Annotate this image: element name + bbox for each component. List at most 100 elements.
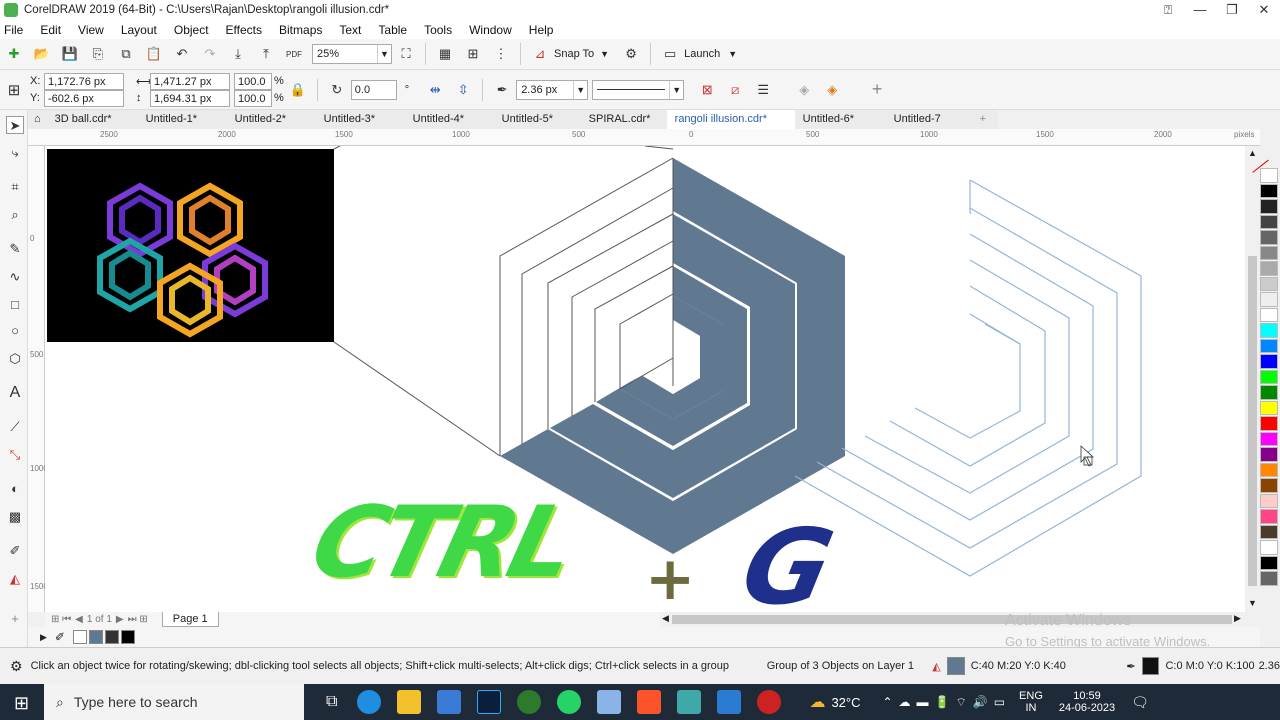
to-front-icon[interactable]: ◈ <box>795 81 813 99</box>
add-tool-icon[interactable]: + <box>6 610 24 628</box>
coreldraw-taskbar-icon[interactable] <box>517 690 542 714</box>
task-view-icon[interactable]: ⧉ <box>326 693 337 711</box>
open-folder-icon[interactable]: 📂 <box>33 45 51 63</box>
tab-untitled-7[interactable]: Untitled-7 <box>886 110 972 129</box>
palette-swatch[interactable] <box>1260 540 1278 555</box>
paste-icon[interactable]: 📋 <box>145 45 163 63</box>
palette-swatch[interactable] <box>1260 292 1278 307</box>
tab-untitled-1[interactable]: Untitled-1* <box>138 110 227 129</box>
wrap-text-icon[interactable]: ☰ <box>754 81 772 99</box>
full-screen-icon[interactable]: ⛶ <box>397 45 415 63</box>
x-position-field[interactable]: 1,172.76 px <box>44 72 124 90</box>
snap-to-dropdown[interactable]: Snap To <box>554 48 594 60</box>
photoshop-icon[interactable] <box>477 690 502 714</box>
palette-swatch[interactable] <box>1260 524 1278 539</box>
status-gear-icon[interactable]: ⚙ <box>10 658 23 675</box>
close-button[interactable]: ✕ <box>1248 2 1280 18</box>
file-explorer-icon[interactable] <box>397 690 422 714</box>
whatsapp-icon[interactable] <box>557 690 582 714</box>
menu-tools[interactable]: Tools <box>424 23 452 37</box>
last-page-icon[interactable]: ⏭ ⊞ <box>128 614 148 625</box>
vertical-ruler[interactable]: 0 500 1000 1500 <box>28 146 48 612</box>
pick-tool-icon[interactable]: ➤ <box>6 116 24 134</box>
brave-icon[interactable] <box>637 690 662 714</box>
freehand-tool-icon[interactable]: ✎ <box>6 240 24 258</box>
new-document-icon[interactable]: ✚ <box>5 45 23 63</box>
eyedropper-icon[interactable]: ✐ <box>55 630 65 644</box>
record-icon[interactable] <box>757 690 782 714</box>
add-tab-icon[interactable]: + <box>972 110 994 129</box>
cut-icon[interactable]: ⎘ <box>89 45 107 63</box>
selected-outline-group[interactable] <box>794 179 1142 577</box>
palette-swatch[interactable] <box>1260 261 1278 276</box>
palette-arrow-icon[interactable]: ▶ <box>40 632 47 643</box>
weather-temp[interactable]: 32°C <box>831 695 860 710</box>
text-tool-icon[interactable]: A <box>6 384 24 402</box>
transparency-tool-icon[interactable]: ▩ <box>6 508 24 526</box>
width-field[interactable]: 1,471.27 px <box>150 72 230 90</box>
zoom-level-dropdown[interactable]: 25% ▼ <box>312 44 392 64</box>
palette-swatch[interactable] <box>1260 323 1278 338</box>
scale-height-field[interactable]: 100.0 <box>234 89 272 107</box>
crop-tool-icon[interactable]: ⌗ <box>6 178 24 196</box>
palette-swatch[interactable] <box>1260 478 1278 493</box>
shape-tool-icon[interactable]: ⤷ <box>6 144 24 162</box>
no-fill-swatch[interactable] <box>72 630 87 644</box>
paint-icon[interactable] <box>597 690 622 714</box>
palette-swatch[interactable] <box>1260 354 1278 369</box>
rulers-icon[interactable]: ▦ <box>436 45 454 63</box>
palette-swatch[interactable] <box>1260 447 1278 462</box>
store-icon[interactable] <box>437 690 462 714</box>
drop-shadow-tool-icon[interactable]: ◐ <box>6 480 24 498</box>
object-origin-icon[interactable]: ⊞ <box>5 81 23 99</box>
vertical-scrollbar[interactable]: ▲ ▼ <box>1245 146 1260 612</box>
break-apart-icon[interactable]: ⊠ <box>698 81 716 99</box>
tab-rangoli-illusion[interactable]: rangoli illusion.cdr* <box>666 110 795 129</box>
tab-untitled-4[interactable]: Untitled-4* <box>405 110 494 129</box>
menu-help[interactable]: Help <box>529 23 554 37</box>
palette-swatch[interactable] <box>1260 307 1278 322</box>
lock-ratio-icon[interactable]: 🔒 <box>289 81 307 99</box>
palette-swatch[interactable] <box>1260 555 1278 570</box>
palette-swatch[interactable] <box>1260 183 1278 198</box>
tray-icons[interactable]: ⌃☁▬🔋⌔🔊▭ <box>882 695 1011 710</box>
tab-untitled-5[interactable]: Untitled-5* <box>494 110 581 129</box>
copy-icon[interactable]: ⧉ <box>117 45 135 63</box>
line-style-dropdown[interactable]: ▼ <box>592 79 685 100</box>
app-icon[interactable] <box>677 690 702 714</box>
palette-swatch[interactable] <box>1260 385 1278 400</box>
photos-icon[interactable] <box>717 690 742 714</box>
intersect-icon[interactable]: ⧄ <box>726 81 744 99</box>
add-property-icon[interactable]: + <box>868 79 886 99</box>
palette-swatch[interactable] <box>1260 276 1278 291</box>
grid-icon[interactable]: ⊞ <box>464 45 482 63</box>
guidelines-icon[interactable]: ⋮ <box>492 45 510 63</box>
palette-swatch[interactable] <box>1260 431 1278 446</box>
scale-width-field[interactable]: 100.0 <box>234 72 272 90</box>
page-1-tab[interactable]: Page 1 <box>161 612 219 627</box>
scroll-right-icon[interactable]: ▶ <box>1234 613 1241 624</box>
horizontal-scrollbar[interactable]: ◀ ▶ <box>660 612 1245 627</box>
reference-image[interactable] <box>47 149 334 342</box>
next-page-icon[interactable]: ▶ <box>116 614 124 625</box>
launch-icon[interactable]: ▭ <box>661 45 679 63</box>
interactive-fill-tool-icon[interactable]: ◭ <box>6 570 24 588</box>
rectangle-tool-icon[interactable]: □ <box>6 296 24 314</box>
menu-object[interactable]: Object <box>174 23 209 37</box>
export-icon[interactable]: ⤒ <box>257 45 275 63</box>
help-icon[interactable]: ⍰ <box>1152 2 1184 18</box>
doc-swatch-dark[interactable] <box>104 630 119 644</box>
export-pdf-icon[interactable]: PDF <box>285 45 303 63</box>
minimize-button[interactable]: — <box>1184 2 1216 18</box>
language-indicator[interactable]: ENG IN <box>1019 690 1043 714</box>
menu-view[interactable]: View <box>78 23 104 37</box>
menu-window[interactable]: Window <box>469 23 512 37</box>
palette-swatch[interactable] <box>1260 509 1278 524</box>
undo-icon[interactable]: ↶ <box>173 45 191 63</box>
palette-swatch[interactable] <box>1252 159 1278 183</box>
palette-swatch[interactable] <box>1260 571 1278 586</box>
outline-color-swatch[interactable] <box>1141 657 1160 675</box>
menu-text[interactable]: Text <box>339 23 361 37</box>
options-gear-icon[interactable]: ⚙ <box>622 45 640 63</box>
height-field[interactable]: 1,694.31 px <box>150 89 230 107</box>
